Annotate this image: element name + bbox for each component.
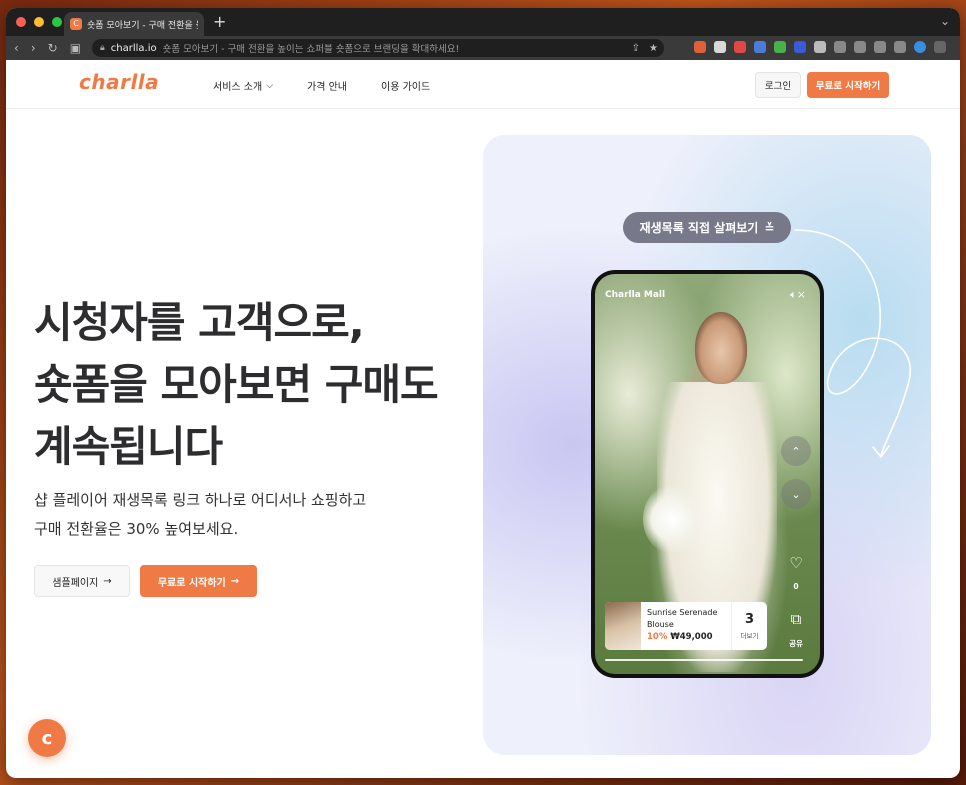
tab-favicon-icon: C — [70, 18, 82, 30]
minimize-window-button[interactable] — [34, 17, 44, 27]
more-menu-icon[interactable] — [934, 41, 946, 53]
hero-title-line: 계속됩니다 — [34, 422, 223, 471]
product-discount: 10% — [647, 632, 668, 642]
nav-item-label: 이용 가이드 — [381, 82, 431, 93]
browser-address-bar: ‹ › ↻ ▣ 🔒︎ charlla.io 숏폼 모아보기 - 구매 전환을 높… — [6, 36, 960, 60]
extension-icon[interactable] — [694, 41, 706, 53]
speaker-mute-icon[interactable]: 🔈︎× — [790, 288, 806, 302]
profile-avatar[interactable] — [914, 41, 926, 53]
replay-list-label: 재생목록 직접 살펴보기 — [639, 221, 759, 235]
arrow-right-icon: → — [103, 575, 112, 587]
notion-extension-icon[interactable]: ▣ — [70, 41, 81, 55]
forward-icon[interactable]: › — [31, 41, 36, 55]
back-icon[interactable]: ‹ — [14, 41, 19, 55]
extension-icon[interactable] — [734, 41, 746, 53]
extension-icon[interactable] — [754, 41, 766, 53]
share-icon[interactable]: ⧉ — [786, 610, 806, 628]
extension-icon[interactable] — [794, 41, 806, 53]
login-button[interactable]: 로그인 — [755, 72, 801, 98]
charlla-logo[interactable]: charlla — [79, 70, 159, 94]
browser-nav-controls: ‹ › ↻ ▣ — [6, 41, 90, 55]
hero-start-free-button[interactable]: 무료로 시작하기 → — [140, 565, 257, 597]
url-domain: charlla.io — [110, 42, 157, 54]
hero-subtitle-line: 샵 플레이어 재생목록 링크 하나로 어디서나 쇼핑하고 — [34, 491, 367, 509]
tab-list-chevron-icon[interactable]: ⌄ — [940, 14, 950, 28]
screenshot-icon[interactable] — [874, 41, 886, 53]
next-video-button[interactable]: ⌄ — [781, 479, 811, 509]
browser-tab[interactable]: C 숏폼 모아보기 - 구매 전환을 높이는 — [64, 12, 204, 36]
product-name: Sunrise Serenade Blouse — [647, 608, 718, 629]
sidebar-icon[interactable] — [894, 41, 906, 53]
more-products-count: 3 — [744, 612, 755, 627]
extension-icon[interactable] — [714, 41, 726, 53]
new-tab-button[interactable]: + — [213, 13, 226, 31]
nav-item-label: 가격 안내 — [307, 82, 347, 93]
replay-list-button[interactable]: 재생목록 직접 살펴보기 ≚ — [623, 212, 791, 243]
hero-subtitle: 샵 플레이어 재생목록 링크 하나로 어디서나 쇼핑하고 구매 전환율은 30%… — [34, 486, 366, 544]
share-label: 공유 — [789, 639, 803, 648]
video-frame-face — [695, 312, 747, 384]
video-progress-bar[interactable] — [605, 659, 803, 661]
arrow-right-icon: → — [230, 575, 240, 587]
product-info: Sunrise Serenade Blouse 10% ₩49,000 — [641, 602, 731, 650]
nav-item-pricing[interactable]: 가격 안내 — [307, 78, 347, 93]
product-price: ₩49,000 — [670, 632, 713, 642]
maximize-window-button[interactable] — [52, 17, 62, 27]
more-products-label: 더보기 — [740, 632, 759, 640]
nav-item-label: 서비스 소개 — [213, 82, 263, 93]
showcase-panel: 재생목록 직접 살펴보기 ≚ Charlla Mall 🔈︎× ⌃ ⌄ ♡ 0 … — [483, 135, 931, 755]
main-nav: 서비스 소개 ⌵ 가격 안내 이용 가이드 — [213, 78, 430, 94]
shortform-video-player[interactable]: Charlla Mall 🔈︎× ⌃ ⌄ ♡ 0 ⧉ 공유 Sunrise Se… — [595, 274, 820, 674]
reload-icon[interactable]: ↻ — [48, 41, 58, 55]
nav-item-service[interactable]: 서비스 소개 ⌵ — [213, 78, 274, 94]
bookmark-star-icon[interactable]: ★ — [649, 43, 658, 54]
hero-subtitle-line: 구매 전환율은 30% 높여보세요. — [34, 520, 239, 538]
video-frame-flowers — [643, 484, 701, 554]
cast-icon[interactable] — [854, 41, 866, 53]
sample-page-button[interactable]: 샘플페이지 → — [34, 565, 130, 597]
product-thumbnail — [605, 602, 641, 650]
product-card[interactable]: Sunrise Serenade Blouse 10% ₩49,000 3 더보기 — [605, 602, 767, 650]
nav-item-guide[interactable]: 이용 가이드 — [381, 78, 430, 93]
close-window-button[interactable] — [16, 17, 26, 27]
tab-title: 숏폼 모아보기 - 구매 전환을 높이는 — [87, 20, 198, 31]
browser-tab-bar: C 숏폼 모아보기 - 구매 전환을 높이는 + ⌄ — [6, 8, 960, 36]
more-products-button[interactable]: 3 더보기 — [731, 602, 767, 650]
site-header: charlla 서비스 소개 ⌵ 가격 안내 이용 가이드 로그인 무료로 시작… — [6, 60, 960, 109]
header-start-free-button[interactable]: 무료로 시작하기 — [807, 72, 889, 98]
sample-page-label: 샘플페이지 — [52, 577, 99, 589]
start-free-label: 무료로 시작하기 — [157, 577, 226, 589]
heart-icon[interactable]: ♡ — [786, 554, 806, 572]
share-page-icon[interactable]: ⇪ — [632, 43, 640, 54]
hero-title-line: 숏폼을 모아보면 구매도 — [34, 360, 439, 409]
product-price-row: 10% ₩49,000 — [647, 632, 725, 642]
url-path: 숏폼 모아보기 - 구매 전환을 높이는 쇼퍼블 숏폼으로 브랜딩을 확대하세요… — [162, 44, 460, 55]
url-field[interactable]: 🔒︎ charlla.io 숏폼 모아보기 - 구매 전환을 높이는 쇼퍼블 숏… — [92, 39, 664, 57]
chevron-down-icon: ⌄ — [791, 487, 801, 501]
phone-mockup: Charlla Mall 🔈︎× ⌃ ⌄ ♡ 0 ⧉ 공유 Sunrise Se… — [591, 270, 824, 678]
extension-icons — [694, 41, 946, 53]
download-icon[interactable] — [834, 41, 846, 53]
extension-icon[interactable] — [814, 41, 826, 53]
double-chevron-down-icon: ≚ — [764, 220, 775, 235]
like-count: 0 — [793, 582, 799, 591]
player-brand-name: Charlla Mall — [605, 290, 666, 300]
chevron-down-icon: ⌵ — [266, 80, 274, 91]
hero-title-line: 시청자를 고객으로, — [34, 298, 365, 347]
window-controls — [16, 17, 62, 27]
browser-window: C 숏폼 모아보기 - 구매 전환을 높이는 + ⌄ ‹ › ↻ ▣ 🔒︎ ch… — [6, 8, 960, 778]
lock-icon: 🔒︎ — [100, 43, 105, 53]
chevron-up-icon: ⌃ — [791, 444, 801, 458]
extension-icon[interactable] — [774, 41, 786, 53]
previous-video-button[interactable]: ⌃ — [781, 436, 811, 466]
hero-title: 시청자를 고객으로, 숏폼을 모아보면 구매도 계속됩니다 — [34, 292, 439, 478]
chat-launcher-button[interactable]: c — [28, 719, 66, 757]
